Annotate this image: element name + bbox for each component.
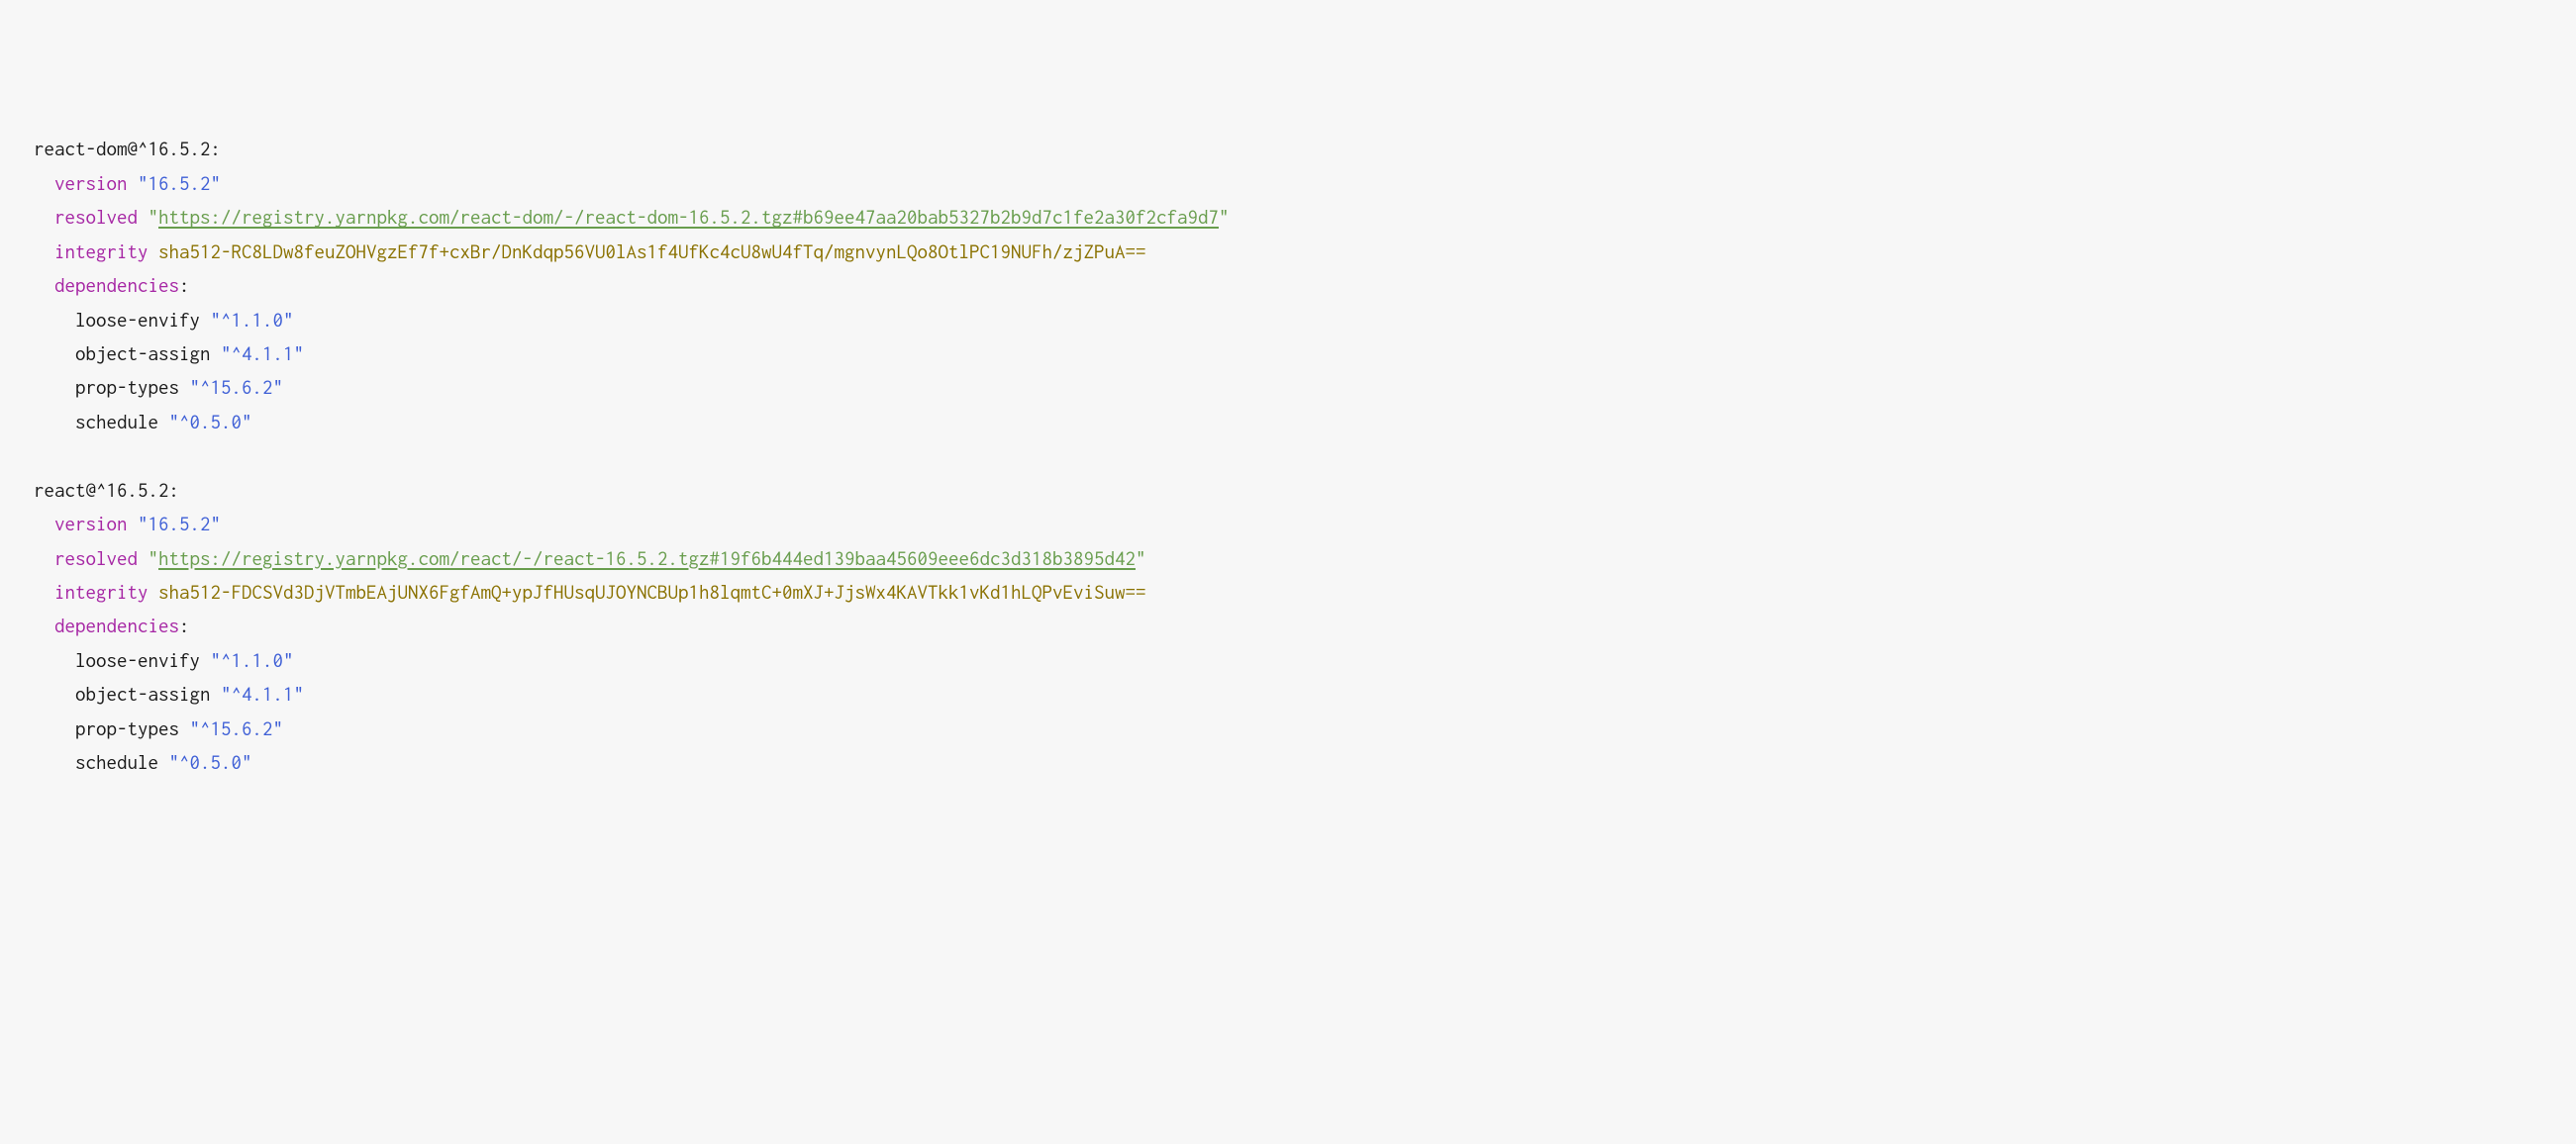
dependencies-key: dependencies [54,274,179,296]
version-key: version [54,513,128,534]
yarn-lock-snippet: react-dom@^16.5.2: version "16.5.2" reso… [34,132,2542,779]
dependency-name: object-assign [75,683,211,705]
dependency-name: prop-types [75,376,179,398]
dependency-name: loose-envify [75,309,200,331]
integrity-line: integrity sha512-FDCSVd3DjVTmbEAjUNX6Fgf… [34,575,2542,609]
resolved-key: resolved [54,206,138,228]
resolved-line: resolved "https://registry.yarnpkg.com/r… [34,200,2542,234]
resolved-line: resolved "https://registry.yarnpkg.com/r… [34,541,2542,575]
dependency-line: schedule "^0.5.0" [34,405,2542,438]
package-header: react-dom@^16.5.2: [34,132,2542,165]
version-value: "16.5.2" [138,513,221,534]
package-header: react@^16.5.2: [34,473,2542,507]
integrity-key: integrity [54,581,149,603]
dependencies-key: dependencies [54,615,179,636]
integrity-value: sha512-FDCSVd3DjVTmbEAjUNX6FgfAmQ+ypJfHU… [158,581,1146,603]
dependency-line: prop-types "^15.6.2" [34,712,2542,745]
dependency-line: loose-envify "^1.1.0" [34,643,2542,677]
dependency-version: "^4.1.1" [221,342,304,364]
version-value: "16.5.2" [138,172,221,194]
dependency-version: "^1.1.0" [211,309,294,331]
blank-line [34,438,2542,472]
dependency-name: prop-types [75,717,179,739]
version-key: version [54,172,128,194]
dependency-version: "^1.1.0" [211,649,294,671]
dependency-name: schedule [75,411,158,432]
dependency-version: "^15.6.2" [190,717,284,739]
dependency-line: object-assign "^4.1.1" [34,336,2542,370]
integrity-line: integrity sha512-RC8LDw8feuZOHVgzEf7f+cx… [34,235,2542,268]
dependency-name: loose-envify [75,649,200,671]
dependency-version: "^0.5.0" [169,751,252,773]
resolved-url: https://registry.yarnpkg.com/react/-/rea… [158,547,1136,569]
dependency-line: schedule "^0.5.0" [34,745,2542,779]
integrity-key: integrity [54,240,149,262]
integrity-value: sha512-RC8LDw8feuZOHVgzEf7f+cxBr/DnKdqp5… [158,240,1146,262]
dependency-version: "^15.6.2" [190,376,284,398]
version-line: version "16.5.2" [34,166,2542,200]
dependency-line: loose-envify "^1.1.0" [34,303,2542,336]
dependency-version: "^0.5.0" [169,411,252,432]
dependency-name: object-assign [75,342,211,364]
resolved-key: resolved [54,547,138,569]
dependency-line: object-assign "^4.1.1" [34,677,2542,711]
package-name: react-dom@^16.5.2: [34,138,221,159]
dependency-name: schedule [75,751,158,773]
dependency-line: prop-types "^15.6.2" [34,370,2542,404]
package-name: react@^16.5.2: [34,479,179,501]
dependency-version: "^4.1.1" [221,683,304,705]
resolved-url: https://registry.yarnpkg.com/react-dom/-… [158,206,1219,228]
version-line: version "16.5.2" [34,507,2542,540]
dependencies-line: dependencies: [34,609,2542,642]
dependencies-line: dependencies: [34,268,2542,302]
